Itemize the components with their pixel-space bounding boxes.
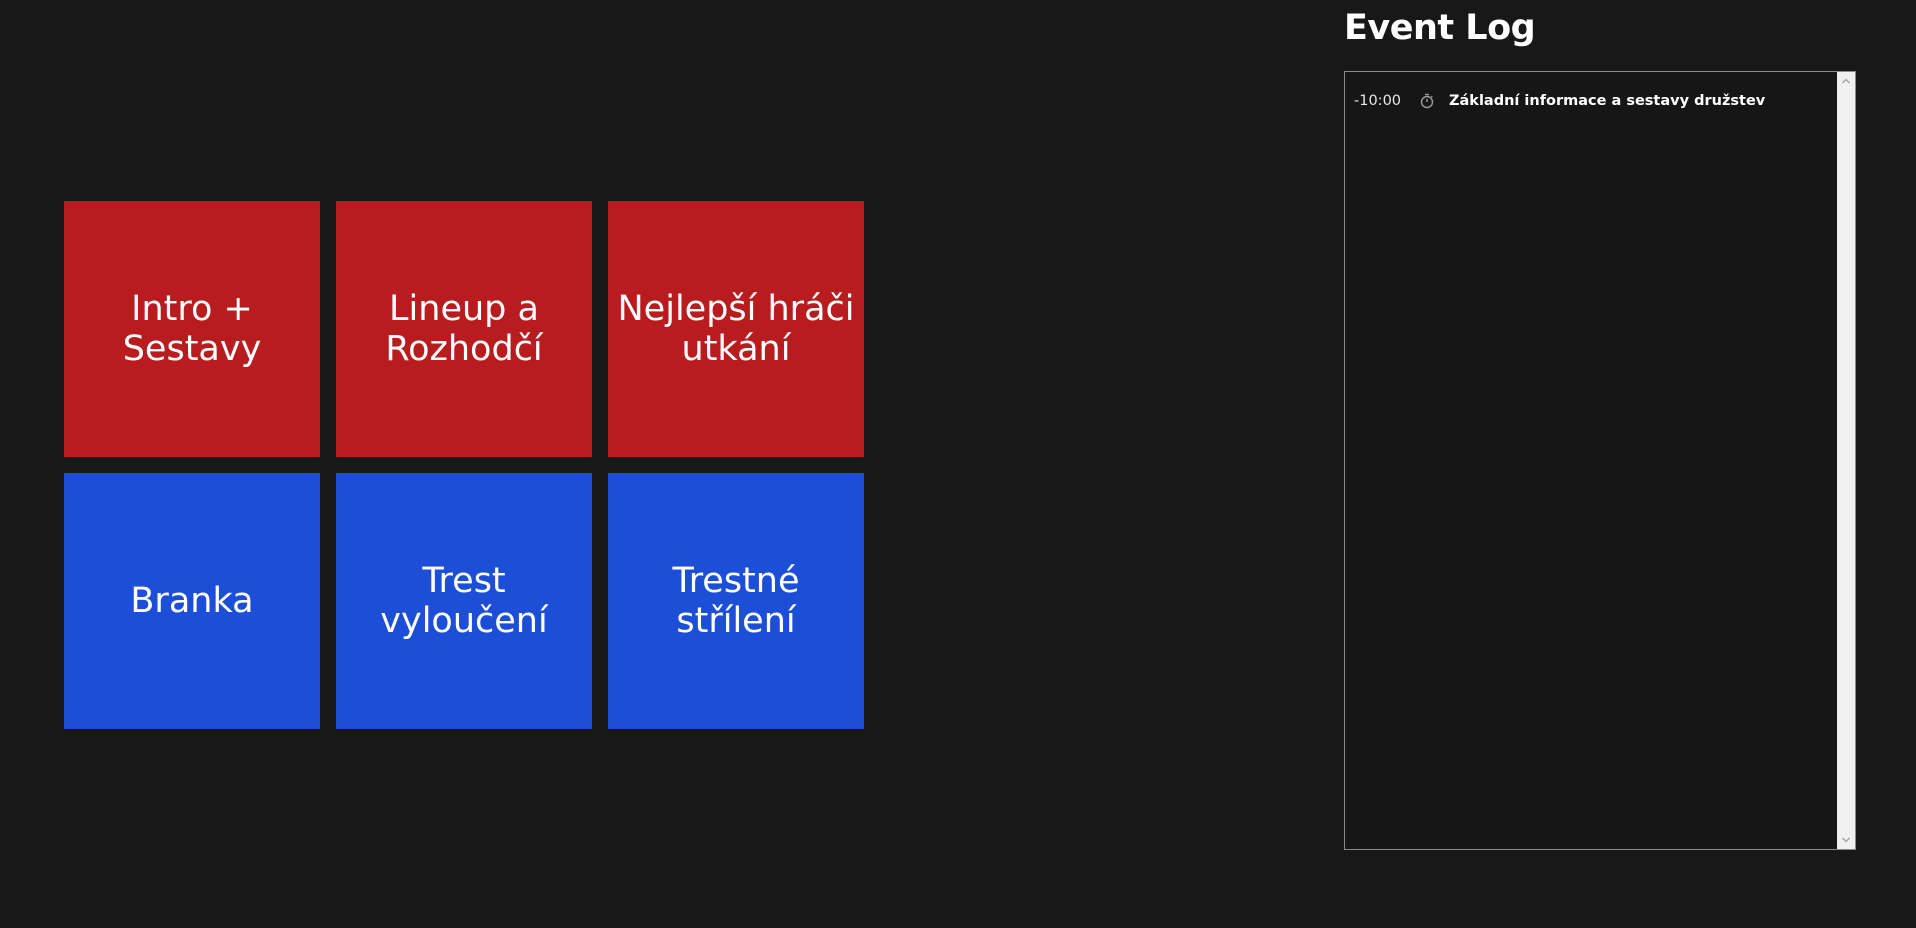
- tile-nejlepsi-hraci[interactable]: Nejlepší hráči utkání: [608, 201, 864, 457]
- event-text: Základní informace a sestavy družstev: [1449, 93, 1766, 109]
- scroll-down-arrow-icon[interactable]: [1837, 831, 1855, 849]
- event-log-title: Event Log: [1344, 8, 1536, 48]
- tile-branka[interactable]: Branka: [64, 473, 320, 729]
- event-log-list[interactable]: -10:00 Základní informace a sestavy druž…: [1344, 71, 1856, 850]
- scroll-up-arrow-icon[interactable]: [1837, 72, 1855, 90]
- tile-intro-sestavy[interactable]: Intro + Sestavy: [64, 201, 320, 457]
- tile-lineup-rozhodci[interactable]: Lineup a Rozhodčí: [336, 201, 592, 457]
- stopwatch-icon: [1418, 92, 1436, 110]
- app-window: Intro + Sestavy Lineup a Rozhodčí Nejlep…: [0, 0, 1916, 928]
- event-log-entries: -10:00 Základní informace a sestavy druž…: [1345, 72, 1837, 849]
- tile-trestne-strileni[interactable]: Trestné střílení: [608, 473, 864, 729]
- event-log-entry[interactable]: -10:00 Základní informace a sestavy druž…: [1345, 89, 1837, 113]
- event-time: -10:00: [1354, 93, 1402, 109]
- event-log-scrollbar[interactable]: [1837, 72, 1855, 849]
- graphics-tile-grid: Intro + Sestavy Lineup a Rozhodčí Nejlep…: [64, 201, 864, 729]
- tile-trest-vylouceni[interactable]: Trest vyloučení: [336, 473, 592, 729]
